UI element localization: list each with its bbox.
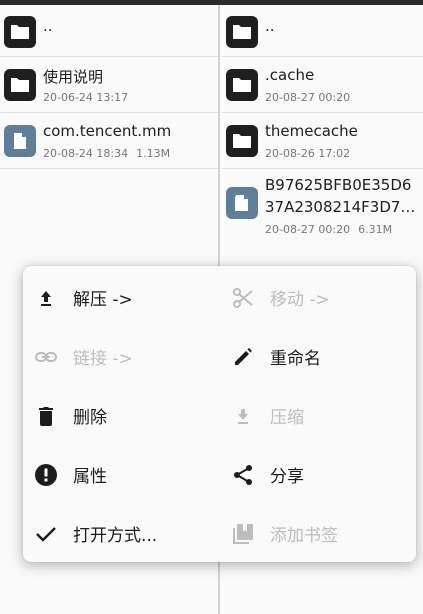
menu-item-label: 删除 (73, 408, 107, 428)
menu-item-label: 分享 (270, 467, 304, 487)
file-date: 20-06-24 13:17 (43, 91, 129, 104)
menu-item-rename[interactable]: 重命名 (220, 327, 416, 386)
menu-item-properties[interactable]: 属性 (23, 445, 219, 504)
file-name-line1: B97625BFB0E35D6 (265, 176, 412, 194)
menu-item-delete[interactable]: 删除 (23, 386, 219, 445)
upload-icon (33, 285, 59, 311)
menu-item-move[interactable]: 移动 -> (220, 268, 416, 327)
file-name: 使用说明 (43, 68, 104, 86)
menu-item-label: 属性 (73, 467, 107, 487)
link-icon (33, 344, 59, 370)
file-icon (4, 125, 36, 157)
download-icon (230, 403, 256, 429)
file-row-parent[interactable]: .. (222, 5, 423, 57)
file-name: .cache (265, 66, 315, 84)
menu-item-open-with[interactable]: 打开方式... (23, 504, 219, 563)
menu-item-label: 压缩 (270, 408, 304, 428)
menu-item-label: 移动 -> (270, 290, 330, 310)
file-meta: 20-08-24 18:34 1.13M (43, 147, 170, 160)
file-name: .. (43, 17, 53, 35)
pencil-icon (230, 344, 256, 370)
check-icon (33, 521, 59, 547)
file-row[interactable]: themecache 20-08-26 17:02 (222, 113, 423, 169)
file-name: themecache (265, 122, 358, 140)
file-name: .. (265, 17, 275, 35)
file-size: 6.31M (358, 223, 393, 236)
trash-icon (33, 403, 59, 429)
menu-item-compress[interactable]: 压缩 (220, 386, 416, 445)
menu-item-extract[interactable]: 解压 -> (23, 268, 219, 327)
menu-item-label: 添加书签 (270, 526, 338, 546)
menu-item-share[interactable]: 分享 (220, 445, 416, 504)
file-row[interactable]: .cache 20-08-27 00:20 (222, 57, 423, 113)
folder-icon (4, 69, 36, 101)
file-row[interactable]: B97625BFB0E35D6 37A2308214F3D7… 20-08-27… (222, 169, 423, 247)
scissors-icon (230, 285, 256, 311)
menu-item-label: 打开方式... (73, 526, 158, 546)
file-name: com.tencent.mm (43, 122, 172, 140)
info-icon (33, 462, 59, 488)
file-date: 20-08-27 00:20 (265, 223, 351, 236)
file-date: 20-08-24 18:34 (43, 147, 129, 160)
file-meta: 20-08-27 00:20 6.31M (265, 223, 392, 236)
file-row[interactable]: 使用说明 20-06-24 13:17 (0, 57, 218, 113)
share-icon (230, 462, 256, 488)
folder-icon (226, 69, 258, 101)
context-menu: 解压 -> 移动 -> 链接 -> 重命名 删除 压缩 属性 分享 打开方式..… (23, 266, 416, 562)
menu-item-label: 重命名 (270, 349, 321, 369)
folder-icon (226, 125, 258, 157)
file-row-parent[interactable]: .. (0, 5, 218, 57)
menu-item-link[interactable]: 链接 -> (23, 327, 219, 386)
menu-item-add-bookmark[interactable]: 添加书签 (220, 504, 416, 563)
folder-icon (226, 16, 258, 48)
file-icon (226, 187, 258, 219)
bookmark-icon (230, 521, 256, 547)
folder-icon (4, 16, 36, 48)
menu-item-label: 解压 -> (73, 290, 133, 310)
menu-item-label: 链接 -> (73, 349, 133, 369)
file-row[interactable]: com.tencent.mm 20-08-24 18:34 1.13M (0, 113, 218, 169)
file-size: 1.13M (136, 147, 171, 160)
file-date: 20-08-26 17:02 (265, 147, 351, 160)
file-date: 20-08-27 00:20 (265, 91, 351, 104)
file-name-line2: 37A2308214F3D7… (265, 198, 416, 216)
